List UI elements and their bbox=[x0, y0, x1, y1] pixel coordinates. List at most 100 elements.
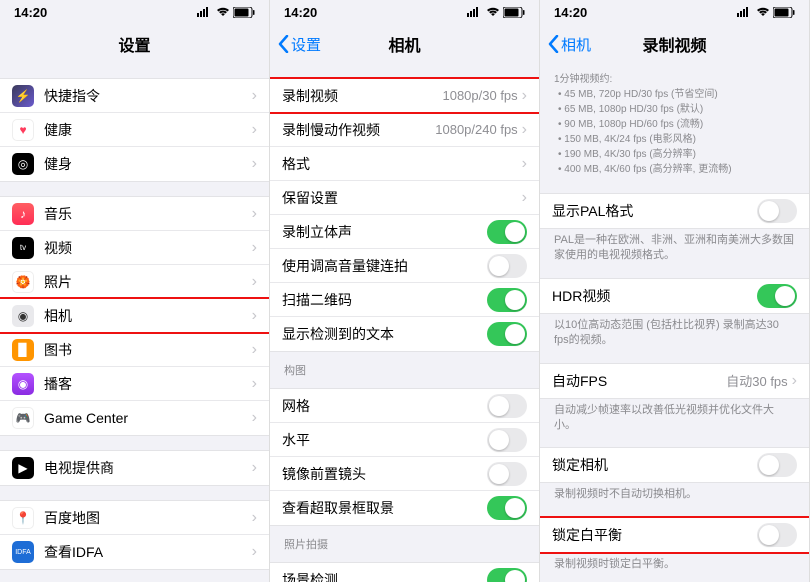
row-formats[interactable]: 格式 › bbox=[270, 147, 539, 181]
group-fps: 自动FPS 自动30 fps › bbox=[540, 363, 809, 399]
page-title: 录制视频 bbox=[642, 32, 706, 56]
row-stereo[interactable]: 录制立体声 bbox=[270, 215, 539, 249]
chevron-right-icon: › bbox=[252, 409, 257, 427]
chevron-right-icon: › bbox=[252, 509, 257, 527]
row-photos[interactable]: 🏵️ 照片 › bbox=[0, 265, 269, 299]
group-media: ♪ 音乐 › tv 视频 › 🏵️ 照片 › ◉ 相机 › ▉ bbox=[0, 196, 269, 436]
nav-bar: 设置 相机 bbox=[270, 24, 539, 64]
lock-camera-toggle[interactable] bbox=[757, 453, 797, 477]
row-view-outside-frame[interactable]: 查看超取景框取景 bbox=[270, 491, 539, 525]
status-bar: 14:20 bbox=[270, 0, 539, 24]
section-photo-capture: 照片拍摄 bbox=[270, 526, 539, 556]
row-pal[interactable]: 显示PAL格式 bbox=[540, 194, 809, 228]
row-mirror-front[interactable]: 镜像前置镜头 bbox=[270, 457, 539, 491]
gamecenter-icon: 🎮 bbox=[12, 407, 34, 429]
status-time: 14:20 bbox=[554, 5, 587, 20]
chevron-right-icon: › bbox=[252, 543, 257, 561]
tvprovider-icon: ▶ bbox=[12, 457, 34, 479]
chevron-right-icon: › bbox=[252, 87, 257, 105]
row-level[interactable]: 水平 bbox=[270, 423, 539, 457]
video-size-info: 1分钟视频约: 45 MB, 720p HD/30 fps (节省空间) 65 … bbox=[540, 64, 809, 179]
row-scene-detect[interactable]: 场景检测 bbox=[270, 563, 539, 582]
chevron-right-icon: › bbox=[252, 459, 257, 477]
row-record-video[interactable]: 录制视频 1080p/30 fps › bbox=[270, 79, 539, 113]
status-bar: 14:20 bbox=[0, 0, 269, 24]
tv-icon: tv bbox=[12, 237, 34, 259]
idfa-icon: IDFA bbox=[12, 541, 34, 563]
row-tv[interactable]: tv 视频 › bbox=[0, 231, 269, 265]
group-record: 录制视频 1080p/30 fps › 录制慢动作视频 1080p/240 fp… bbox=[270, 78, 539, 352]
row-fitness[interactable]: ◎ 健身 › bbox=[0, 147, 269, 181]
music-icon: ♪ bbox=[12, 203, 34, 225]
back-button[interactable]: 相机 bbox=[548, 34, 591, 55]
group-thirdparty: 📍 百度地图 › IDFA 查看IDFA › bbox=[0, 500, 269, 570]
mirror-front-toggle[interactable] bbox=[487, 462, 527, 486]
chevron-right-icon: › bbox=[252, 375, 257, 393]
nav-bar: 设置 bbox=[0, 24, 269, 64]
scene-detect-toggle[interactable] bbox=[487, 568, 527, 582]
row-lock-wb[interactable]: 锁定白平衡 bbox=[540, 518, 809, 552]
row-tvprovider[interactable]: ▶ 电视提供商 › bbox=[0, 451, 269, 485]
camera-icon: ◉ bbox=[12, 305, 34, 327]
scan-qr-toggle[interactable] bbox=[487, 288, 527, 312]
status-time: 14:20 bbox=[14, 5, 47, 20]
chevron-right-icon: › bbox=[522, 189, 527, 207]
row-music[interactable]: ♪ 音乐 › bbox=[0, 197, 269, 231]
row-preserve-settings[interactable]: 保留设置 › bbox=[270, 181, 539, 215]
stereo-toggle[interactable] bbox=[487, 220, 527, 244]
row-baidumap[interactable]: 📍 百度地图 › bbox=[0, 501, 269, 535]
row-podcasts[interactable]: ◉ 播客 › bbox=[0, 367, 269, 401]
row-volume-burst[interactable]: 使用调高音量键连拍 bbox=[270, 249, 539, 283]
back-button[interactable]: 设置 bbox=[278, 34, 321, 55]
chevron-right-icon: › bbox=[252, 121, 257, 139]
volume-burst-toggle[interactable] bbox=[487, 254, 527, 278]
row-lock-camera[interactable]: 锁定相机 bbox=[540, 448, 809, 482]
chevron-right-icon: › bbox=[522, 155, 527, 173]
group-tvprovider: ▶ 电视提供商 › bbox=[0, 450, 269, 486]
lockwb-note: 录制视频时锁定白平衡。 bbox=[540, 553, 809, 572]
lock-wb-toggle[interactable] bbox=[757, 523, 797, 547]
row-idfa[interactable]: IDFA 查看IDFA › bbox=[0, 535, 269, 569]
row-record-slomo[interactable]: 录制慢动作视频 1080p/240 fps › bbox=[270, 113, 539, 147]
pal-note: PAL是一种在欧洲、非洲、亚洲和南美洲大多数国家使用的电视视频格式。 bbox=[540, 229, 809, 264]
books-icon: ▉ bbox=[12, 339, 34, 361]
settings-list[interactable]: ⚡ 快捷指令 › ♥ 健康 › ◎ 健身 › ♪ 音乐 › tv bbox=[0, 64, 269, 582]
row-auto-fps[interactable]: 自动FPS 自动30 fps › bbox=[540, 364, 809, 398]
row-shortcuts[interactable]: ⚡ 快捷指令 › bbox=[0, 79, 269, 113]
record-video-screen: 14:20 相机 录制视频 1分钟视频约: 45 MB, 720p HD/30 … bbox=[540, 0, 810, 582]
grid-toggle[interactable] bbox=[487, 394, 527, 418]
row-health[interactable]: ♥ 健康 › bbox=[0, 113, 269, 147]
page-title: 设置 bbox=[118, 32, 150, 56]
row-camera[interactable]: ◉ 相机 › bbox=[0, 299, 269, 333]
group-lockcam: 锁定相机 bbox=[540, 447, 809, 483]
fps-note: 自动减少帧速率以改善低光视频并优化文件大小。 bbox=[540, 399, 809, 434]
group-photo-capture: 场景检测 bbox=[270, 562, 539, 582]
row-books[interactable]: ▉ 图书 › bbox=[0, 333, 269, 367]
level-toggle[interactable] bbox=[487, 428, 527, 452]
row-scan-qr[interactable]: 扫描二维码 bbox=[270, 283, 539, 317]
chevron-right-icon: › bbox=[792, 372, 797, 390]
podcasts-icon: ◉ bbox=[12, 373, 34, 395]
row-detect-text[interactable]: 显示检测到的文本 bbox=[270, 317, 539, 351]
outside-frame-toggle[interactable] bbox=[487, 496, 527, 520]
settings-screen: 14:20 设置 ⚡ 快捷指令 › ♥ 健康 › ◎ 健身 › bbox=[0, 0, 270, 582]
camera-settings-screen: 14:20 设置 相机 录制视频 1080p/30 fps › 录制慢动作视频 … bbox=[270, 0, 540, 582]
status-icons bbox=[197, 7, 255, 18]
row-grid[interactable]: 网格 bbox=[270, 389, 539, 423]
chevron-right-icon: › bbox=[252, 341, 257, 359]
hdr-note: 以10位高动态范围 (包括杜比视界) 录制高达30 fps的视频。 bbox=[540, 314, 809, 349]
hdr-toggle[interactable] bbox=[757, 284, 797, 308]
group-lockwb: 锁定白平衡 bbox=[540, 517, 809, 553]
group-hdr: HDR视频 bbox=[540, 278, 809, 314]
pal-toggle[interactable] bbox=[757, 199, 797, 223]
row-gamecenter[interactable]: 🎮 Game Center › bbox=[0, 401, 269, 435]
chevron-right-icon: › bbox=[252, 155, 257, 173]
record-video-content[interactable]: 1分钟视频约: 45 MB, 720p HD/30 fps (节省空间) 65 … bbox=[540, 64, 809, 582]
chevron-right-icon: › bbox=[522, 121, 527, 139]
detect-text-toggle[interactable] bbox=[487, 322, 527, 346]
lockcam-note: 录制视频时不自动切换相机。 bbox=[540, 483, 809, 502]
shortcuts-icon: ⚡ bbox=[12, 85, 34, 107]
row-hdr[interactable]: HDR视频 bbox=[540, 279, 809, 313]
camera-settings-list[interactable]: 录制视频 1080p/30 fps › 录制慢动作视频 1080p/240 fp… bbox=[270, 64, 539, 582]
baidumap-icon: 📍 bbox=[12, 507, 34, 529]
